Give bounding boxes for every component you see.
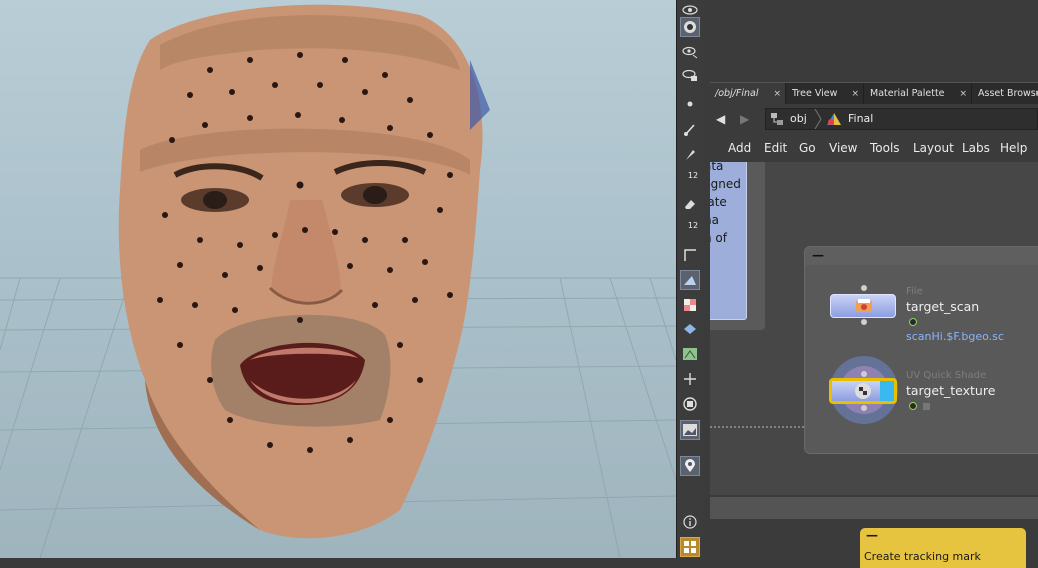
node-name-label[interactable]: target_texture [906,383,995,398]
numbered-eraser-icon[interactable]: 12 [680,218,700,238]
network-box-header[interactable]: — [805,247,1038,265]
network-box-minimize-button[interactable]: — [812,248,824,262]
eraser-icon[interactable] [680,194,700,214]
menu-edit[interactable]: Edit [764,141,787,155]
location-pin-icon[interactable] [680,456,700,476]
pin-tool-icon[interactable] [680,144,700,164]
display-flag-icon[interactable] [909,318,917,326]
snap-surface-icon[interactable] [680,270,700,290]
node-output-port[interactable] [861,319,867,325]
tab-obj-final[interactable]: /obj/Final × [710,83,786,105]
node-target-scan[interactable] [830,294,896,318]
node-type-label: File [906,286,923,297]
menu-tools[interactable]: Tools [870,141,900,155]
breadcrumb-separator [814,109,822,129]
node-info-icon[interactable] [923,403,930,410]
tab-label: Tree View [792,88,838,99]
node-name-label[interactable]: target_scan [906,299,979,314]
path-bar: ◀ ▶ obj Final [710,104,1038,134]
point-dot-icon[interactable] [680,94,700,114]
back-arrow-icon[interactable]: ◀ [716,112,725,126]
info-icon[interactable] [680,512,700,532]
tab-asset-browser[interactable]: Asset Browser × [973,83,1038,105]
geometry-object-icon [827,113,841,125]
uv-map-icon[interactable] [680,344,700,364]
eye-camera-icon[interactable] [680,65,700,85]
circle-stop-icon[interactable] [680,394,700,414]
tab-label: Asset Browser [978,88,1038,99]
tab-tree-view[interactable]: Tree View × [787,83,864,105]
transform-arrows-icon[interactable] [680,369,700,389]
node-input-port[interactable] [861,285,867,291]
numbered-eraser-label: 12 [687,220,699,230]
tab-label: Material Palette [870,88,945,99]
menu-help[interactable]: Help [1000,141,1027,155]
numbered-brush-icon[interactable]: 12 [680,168,700,188]
close-icon[interactable]: × [773,83,781,105]
close-icon[interactable]: × [851,83,859,105]
breadcrumb: obj Final [765,108,1038,130]
numbered-brush-label: 12 [687,170,699,180]
network-menu-bar: Add Edit Go View Tools Layout Labs Help [710,137,1038,161]
tab-label: /obj/Final [715,88,759,99]
grid-layout-icon[interactable] [680,537,700,557]
diamond-layer-icon[interactable] [680,319,700,339]
uv-quickshade-icon [855,383,871,399]
sticky-note-minimize-button[interactable]: — [866,528,878,542]
render-camera-icon[interactable] [680,17,700,37]
network-pane: /obj/Final × Tree View × Material Palett… [703,0,1038,568]
menu-add[interactable]: Add [728,141,751,155]
scene-viewport[interactable] [0,0,676,558]
brush-arrow-icon[interactable] [680,119,700,139]
sticky-note-yellow[interactable]: — Create tracking mark [860,528,1026,568]
network-box-bottom-edge[interactable] [710,497,1038,519]
close-icon[interactable]: × [959,83,967,105]
corner-tool-icon[interactable] [680,245,700,265]
menu-layout[interactable]: Layout [913,141,954,155]
eye-options-icon[interactable] [680,42,700,62]
menu-labs[interactable]: Labs [962,141,990,155]
network-object-icon [771,113,783,125]
menu-view[interactable]: View [829,141,857,155]
forward-arrow-icon[interactable]: ▶ [740,112,749,126]
network-editor[interactable]: ata ligned late ha n of — File target_sc… [710,162,1038,495]
menu-go[interactable]: Go [799,141,816,155]
tool-shelf: 12 12 [676,0,704,558]
display-flag-icon[interactable] [909,402,917,410]
breadcrumb-obj[interactable]: obj [790,112,807,125]
sticky-note-text: Create tracking mark [864,550,981,563]
node-parameter-link[interactable]: scanHi.$F.bgeo.sc [906,330,1004,343]
viewport-canvas [0,4,676,558]
breadcrumb-final[interactable]: Final [848,112,873,125]
image-viewer-icon[interactable] [680,420,700,440]
node-input-port[interactable] [861,371,867,377]
checker-texture-icon[interactable] [680,295,700,315]
node-type-label: UV Quick Shade [906,370,987,381]
file-node-icon [856,299,872,312]
render-flag-icon[interactable] [880,381,894,401]
tab-material-palette[interactable]: Material Palette × [865,83,972,105]
face-scan-mesh[interactable] [118,4,490,539]
pane-tab-bar: /obj/Final × Tree View × Material Palett… [710,82,1038,105]
node-target-texture[interactable] [829,378,897,404]
node-output-port[interactable] [861,405,867,411]
close-icon[interactable]: × [1034,83,1038,105]
